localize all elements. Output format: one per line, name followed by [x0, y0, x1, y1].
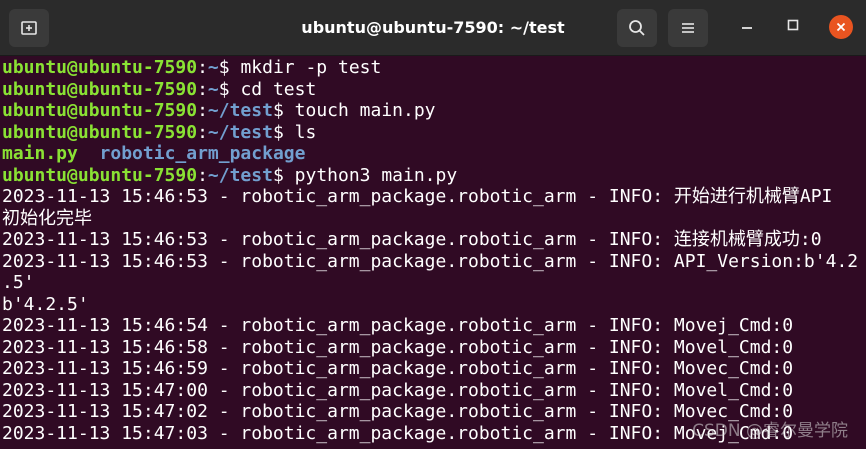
prompt-line: ubuntu@ubuntu-7590:~$ mkdir -p test — [2, 57, 382, 78]
output-line: 2023-11-13 15:46:53 - robotic_arm_packag… — [2, 250, 859, 272]
maximize-button[interactable] — [780, 14, 806, 40]
new-tab-button[interactable] — [9, 9, 49, 47]
output-line: 2023-11-13 15:46:53 - robotic_arm_packag… — [2, 186, 833, 207]
output-line: b'4.2.5' — [2, 293, 89, 315]
close-icon — [829, 15, 853, 39]
directory-entry: robotic_arm_package — [99, 143, 306, 164]
output-line: 2023-11-13 15:46:58 - robotic_arm_packag… — [2, 336, 794, 358]
new-tab-icon — [20, 19, 38, 37]
prompt-line: ubuntu@ubuntu-7590:~/test$ python3 main.… — [2, 164, 458, 186]
prompt-line: ubuntu@ubuntu-7590:~/test$ touch main.py — [2, 100, 436, 121]
output-line: 2023-11-13 15:46:59 - robotic_arm_packag… — [2, 358, 794, 379]
search-button[interactable] — [617, 9, 657, 47]
ls-output-line: main.py robotic_arm_package — [0, 143, 866, 165]
hamburger-menu-icon — [680, 21, 696, 35]
prompt-line: ubuntu@ubuntu-7590:~/test$ ls — [2, 121, 317, 143]
prompt-line: ubuntu@ubuntu-7590:~$ cd test — [2, 78, 317, 100]
search-icon — [628, 19, 646, 37]
file-entry: main.py — [2, 143, 78, 164]
watermark: CSDN @睿尔曼学院 — [692, 421, 848, 441]
minimize-icon — [740, 18, 754, 37]
window-title: ubuntu@ubuntu-7590: ~/test — [301, 18, 565, 37]
menu-button[interactable] — [668, 9, 708, 47]
output-line: 初始化完毕 — [2, 207, 92, 229]
maximize-icon — [786, 18, 800, 37]
output-line: 2023-11-13 15:46:54 - robotic_arm_packag… — [2, 315, 794, 336]
close-button[interactable] — [828, 14, 854, 40]
output-line: 2023-11-13 15:46:53 - robotic_arm_packag… — [2, 229, 822, 250]
minimize-button[interactable] — [734, 14, 760, 40]
terminal-output[interactable]: ubuntu@ubuntu-7590:~$ mkdir -p test ubun… — [0, 57, 866, 449]
title-bar: ubuntu@ubuntu-7590: ~/test — [0, 0, 866, 56]
output-line: .5' — [2, 272, 35, 293]
terminal-window: ubuntu@ubuntu-7590: ~/test ubuntu@ubuntu… — [0, 0, 866, 449]
output-line: 2023-11-13 15:47:00 - robotic_arm_packag… — [2, 379, 794, 401]
